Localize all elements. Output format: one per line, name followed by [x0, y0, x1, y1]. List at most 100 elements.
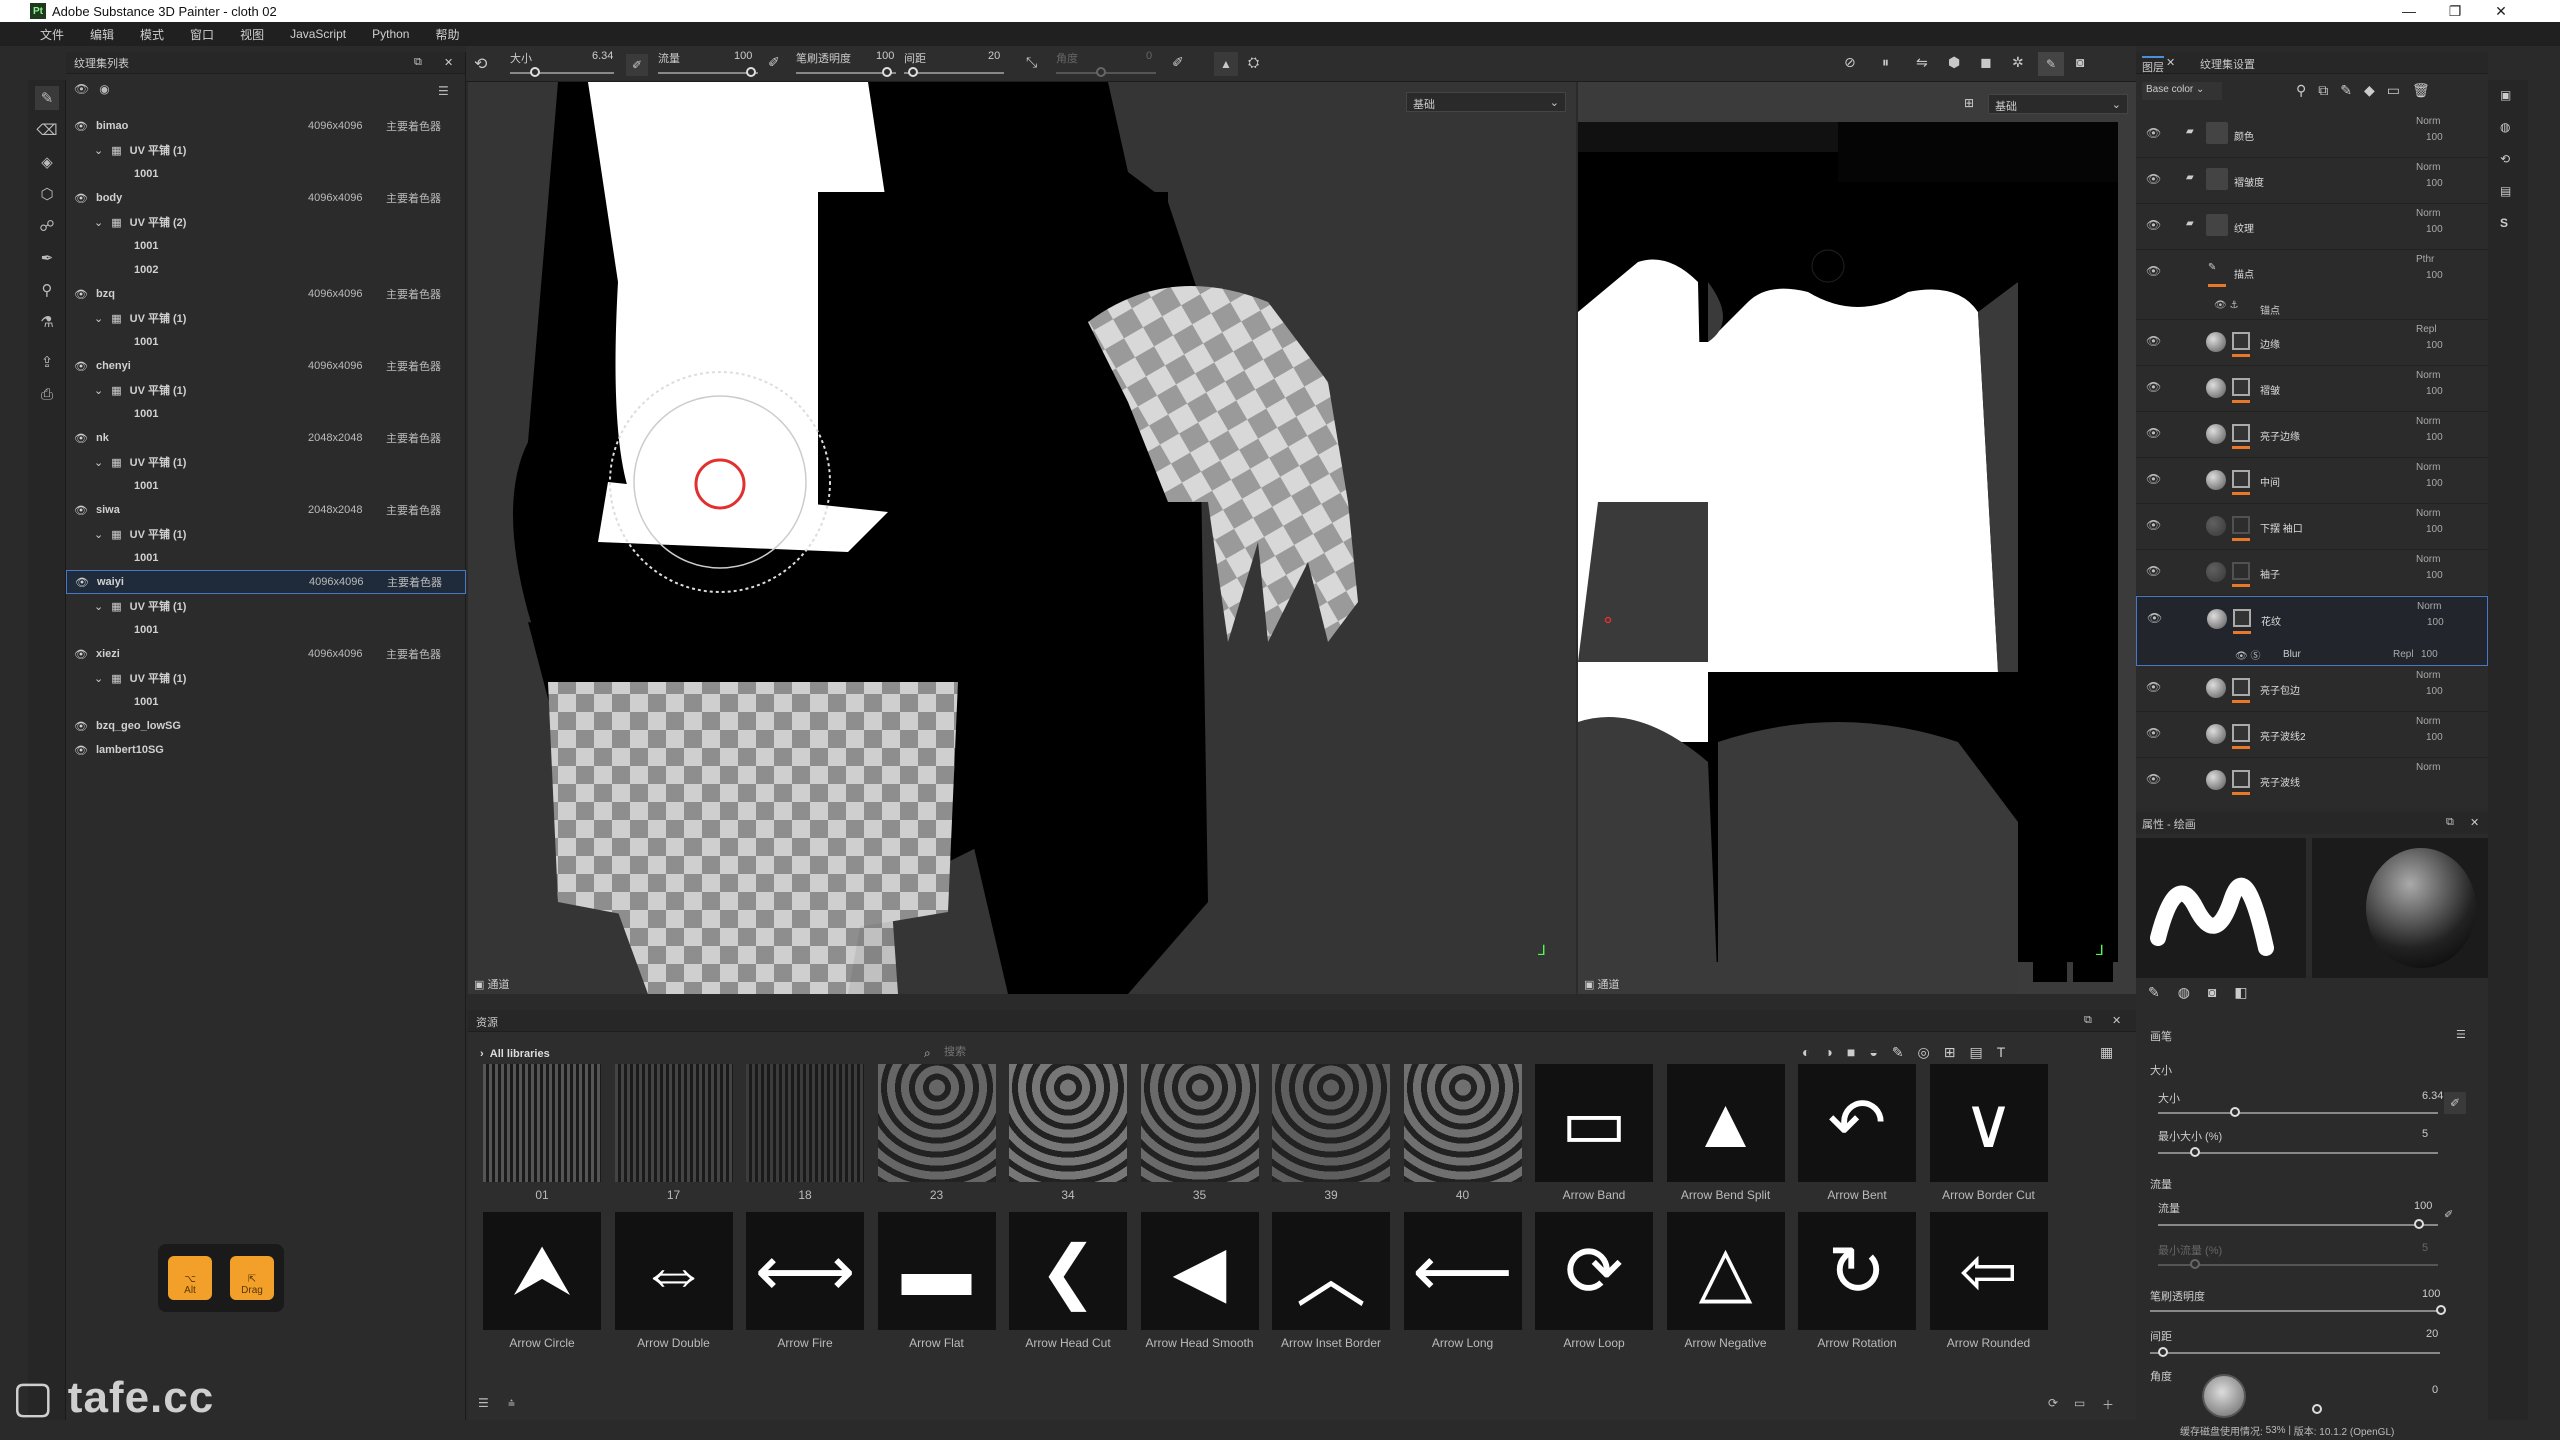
layer-blend-mode[interactable]: Norm	[2416, 554, 2440, 565]
undock-icon[interactable]: ⧉	[414, 56, 422, 69]
eye-icon[interactable]: 👁	[74, 504, 88, 517]
layers-dock-icon[interactable]: ▣	[2500, 88, 2511, 102]
viewport-2d-mode-select[interactable]: 基础 ⌄	[1988, 94, 2128, 114]
props-flow-value[interactable]: 100	[2414, 1200, 2432, 1212]
uv-tile[interactable]: 1001	[66, 690, 466, 714]
eye-icon[interactable]: 👁	[74, 648, 88, 661]
asset-thumbnail[interactable]: ⇔	[614, 1212, 733, 1330]
props-spacing-knob[interactable]	[2158, 1347, 2168, 1357]
size-slider[interactable]	[510, 72, 614, 74]
props-stroke-knob[interactable]	[2436, 1305, 2446, 1315]
props-angle-knob[interactable]	[2312, 1404, 2322, 1414]
layer-blend-mode[interactable]: Norm	[2416, 416, 2440, 427]
menu-javascript[interactable]: JavaScript	[290, 27, 346, 41]
texture-set-row[interactable]: 👁 waiyi 4096x4096 主要着色器	[66, 570, 466, 594]
material-picker-icon[interactable]: ⚗	[35, 310, 59, 334]
layer-row[interactable]: 👁 亮子波线2 Norm 100	[2136, 712, 2488, 758]
viewport-3d[interactable]: ▣ 通道 基础 ⌄ ⅃	[468, 82, 1576, 994]
asset-thumbnail[interactable]	[1272, 1064, 1390, 1182]
asset-thumbnail[interactable]	[877, 1064, 996, 1182]
minimize-icon[interactable]: —	[2386, 0, 2432, 22]
menu-file[interactable]: 文件	[40, 26, 64, 43]
props-spacing-value[interactable]: 20	[2426, 1328, 2438, 1340]
layer-opacity[interactable]: 100	[2426, 340, 2443, 351]
eye-icon[interactable]: 👁	[2146, 518, 2161, 532]
chevron-down-icon[interactable]: ⌄	[94, 144, 103, 157]
uv-tile-group[interactable]: ⌄ ▦ UV 平铺 (2)	[66, 210, 466, 234]
asset-thumbnail[interactable]	[483, 1064, 601, 1182]
effect-blend[interactable]: Repl	[2393, 649, 2414, 660]
layer-blend-mode[interactable]: Norm	[2416, 370, 2440, 381]
hide-icon[interactable]: ⊘	[1844, 54, 1856, 71]
asset-thumbnail[interactable]: ↻	[1798, 1212, 1916, 1330]
props-size-slider[interactable]	[2158, 1112, 2438, 1114]
layer-opacity[interactable]: 100	[2427, 617, 2444, 628]
chevron-down-icon[interactable]: ⌄	[94, 216, 103, 229]
chevron-down-icon[interactable]: ⌄	[94, 600, 103, 613]
paint-brush-icon[interactable]: ✎	[35, 86, 59, 110]
screenshot-icon[interactable]: ◙	[2076, 54, 2084, 70]
eye-icon[interactable]: 👁	[2146, 772, 2161, 786]
asset-thumbnail[interactable]: ⟳	[1535, 1212, 1653, 1330]
pen-pressure-icon[interactable]: ✐	[626, 54, 648, 76]
layer-row[interactable]: 👁 ▰ 颜色 Norm 100	[2136, 112, 2488, 158]
add-asset-icon[interactable]: ＋	[2102, 1396, 2114, 1413]
props-stroke-slider[interactable]	[2150, 1310, 2440, 1312]
spacing-slider[interactable]	[904, 72, 1004, 74]
texture-set-row[interactable]: 👁 siwa 2048x2048 主要着色器	[66, 498, 466, 522]
menu-view[interactable]: 视图	[240, 26, 264, 43]
size-slider-knob[interactable]	[530, 67, 540, 77]
layer-opacity[interactable]: 100	[2426, 386, 2443, 397]
layer-opacity[interactable]: 100	[2426, 570, 2443, 581]
eraser-icon[interactable]: ⌫	[35, 118, 59, 142]
min-size-slider[interactable]	[2158, 1152, 2438, 1154]
asset-thumbnail[interactable]: ⮝	[483, 1212, 601, 1330]
asset-thumbnail[interactable]: ︿	[1272, 1212, 1390, 1330]
asset-thumbnail[interactable]: ⟷	[746, 1212, 864, 1330]
layer-row[interactable]: 👁 花纹 Norm 100 👁 Ⓢ Blur Repl 100	[2136, 596, 2488, 666]
asset-thumbnail[interactable]: ⇦	[1929, 1212, 2048, 1330]
asset-thumbnail[interactable]	[614, 1064, 733, 1182]
size-pressure-icon[interactable]: ✐	[2444, 1092, 2466, 1114]
export-icon[interactable]: ⎙	[35, 382, 59, 406]
uv-tile-group[interactable]: ⌄ ▦ UV 平铺 (1)	[66, 378, 466, 402]
angle-slider[interactable]	[1056, 72, 1156, 74]
effect-opacity[interactable]: 100	[2421, 649, 2438, 660]
layer-row[interactable]: 👁 中间 Norm 100	[2136, 458, 2488, 504]
texture-set-row[interactable]: 👁 bimao 4096x4096 主要着色器	[66, 114, 466, 138]
viewport-3d-mode-select[interactable]: 基础 ⌄	[1406, 92, 1566, 112]
brush-menu-icon[interactable]: ☰	[2456, 1028, 2466, 1041]
layer-blend-mode[interactable]: Norm	[2416, 208, 2440, 219]
shader-name[interactable]: 主要着色器	[386, 358, 441, 374]
uv-tile[interactable]: 1001	[66, 546, 466, 570]
channel-select[interactable]: Base color ⌄	[2142, 82, 2222, 100]
angle-dial[interactable]	[2202, 1374, 2246, 1418]
angle-jitter-icon[interactable]: ⤡	[1026, 54, 1037, 71]
min-flow-knob[interactable]	[2190, 1259, 2200, 1269]
flow-value[interactable]: 100	[734, 50, 752, 62]
angle-value[interactable]: 0	[1146, 50, 1152, 62]
asset-thumbnail[interactable]	[746, 1064, 864, 1182]
eye-icon[interactable]: 👁	[2146, 426, 2161, 440]
library-selector[interactable]: › All libraries	[480, 1048, 550, 1060]
symmetry-icon[interactable]: ⟲	[474, 54, 487, 74]
uv-tile[interactable]: 1001	[66, 162, 466, 186]
min-size-knob[interactable]	[2190, 1147, 2200, 1157]
pause-icon[interactable]: ⏸	[1882, 54, 1889, 71]
layer-opacity[interactable]: 100	[2426, 432, 2443, 443]
uv-tile-group[interactable]: ⌄ ▦ UV 平铺 (1)	[66, 522, 466, 546]
eye-icon[interactable]: 👁	[2146, 172, 2161, 186]
eye-icon[interactable]: 👁	[2146, 334, 2161, 348]
layer-opacity[interactable]: 100	[2426, 478, 2443, 489]
clone-stamp-icon[interactable]: ⚲	[35, 278, 59, 302]
layer-opacity[interactable]: 100	[2426, 270, 2443, 281]
menu-help[interactable]: 帮助	[435, 26, 459, 43]
stroke-opacity-value[interactable]: 100	[876, 50, 894, 62]
eye-icon[interactable]: 👁	[2146, 472, 2161, 486]
uv-tile-group[interactable]: ⌄ ▦ UV 平铺 (1)	[66, 306, 466, 330]
layer-blend-mode[interactable]: Norm	[2416, 462, 2440, 473]
props-undock-icon[interactable]: ⧉	[2446, 816, 2454, 829]
asset-filter-icon[interactable]: ⩮	[508, 1396, 515, 1411]
chevron-down-icon[interactable]: ⌄	[94, 528, 103, 541]
layer-row[interactable]: 👁 ✎ 描点 Pthr 100 👁 ⚓ 锚点	[2136, 250, 2488, 320]
